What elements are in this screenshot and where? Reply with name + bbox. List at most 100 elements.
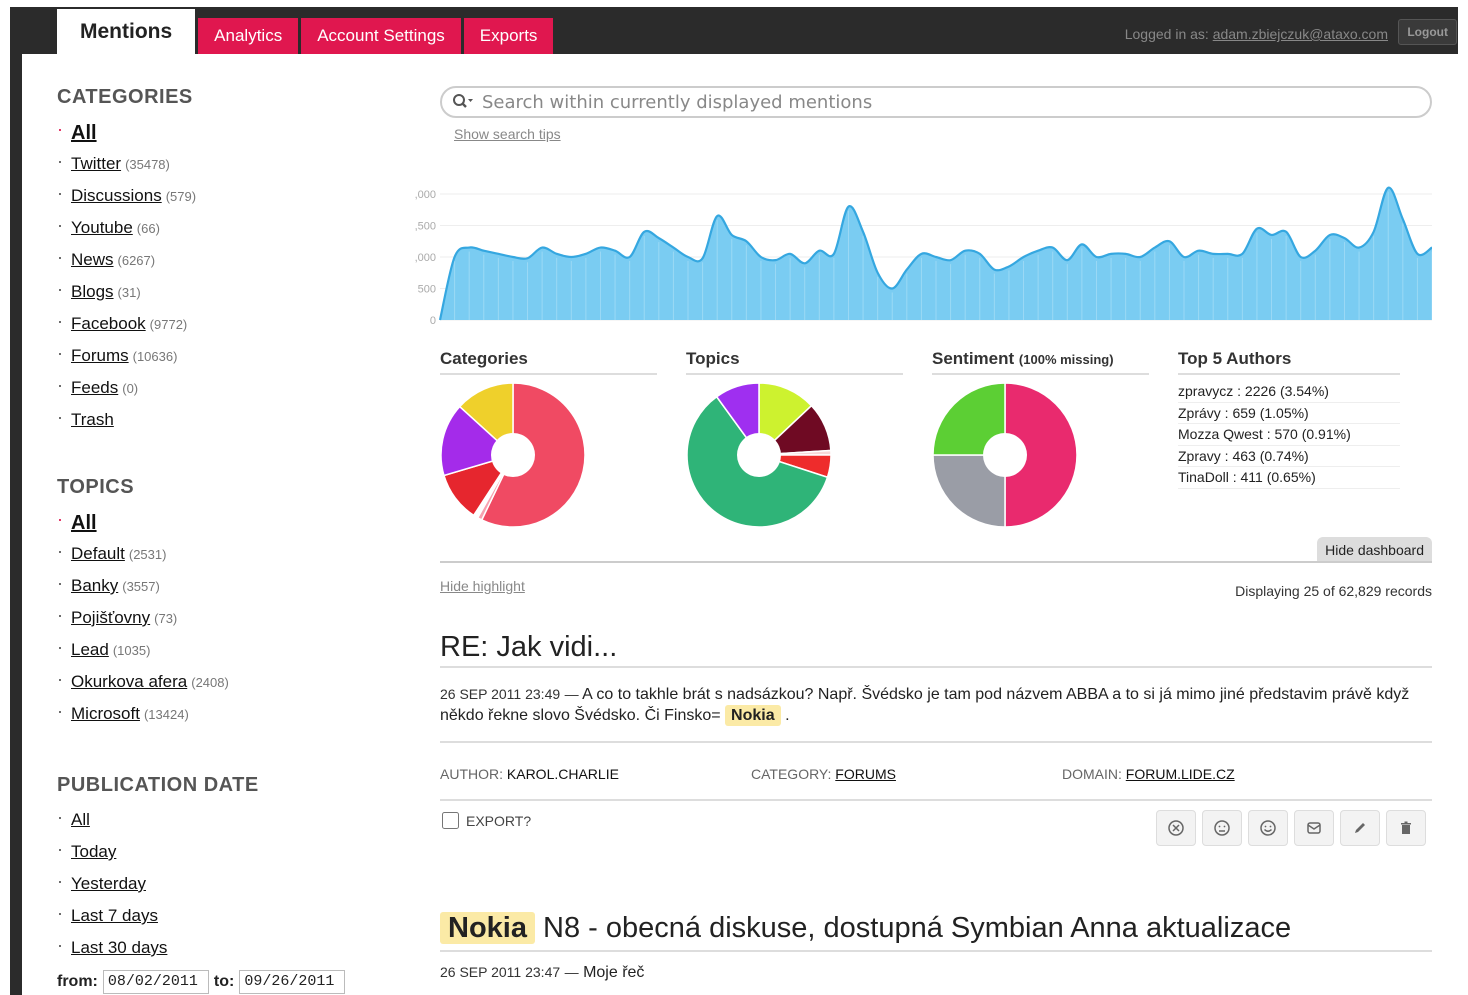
category-count: (31) [117,285,141,300]
topic-link[interactable]: Default [71,544,125,563]
sentiment-title-text: Sentiment [932,349,1015,368]
edit-button[interactable] [1340,810,1380,846]
post-title[interactable]: RE: Jak vidi... [440,631,1432,668]
pubdate-item-last-30-days: Last 30 days [57,935,387,970]
author-item[interactable]: Mozza Qwest : 570 (0.91%) [1178,424,1400,446]
pubdate-link[interactable]: All [71,810,90,829]
category-link[interactable]: All [71,122,97,144]
post-divider [440,799,1432,801]
dashboard-divider [440,561,1432,563]
tab-analytics[interactable]: Analytics [198,18,299,54]
category-link[interactable]: Forums [71,346,129,365]
mail-icon [1307,822,1321,834]
categories-widget-title: Categories [440,349,657,375]
search-input[interactable] [482,91,1430,113]
author-value: KAROL.CHARLIE [506,766,619,782]
dashboard-widgets: Categories Topics Sentiment (100% missin… [440,349,1432,549]
export-label: EXPORT? [466,812,532,829]
category-value-link[interactable]: FORUMS [835,766,896,782]
category-link[interactable]: Feeds [71,378,118,397]
pubdate-link[interactable]: Last 7 days [71,906,158,925]
search-tips-link[interactable]: Show search tips [454,126,561,142]
keyword-highlight: Nokia [440,912,535,944]
pubdate-link[interactable]: Last 30 days [71,938,167,957]
category-link[interactable]: Twitter [71,154,121,173]
user-email-link[interactable]: adam.zbiejczuk@ataxo.com [1213,26,1388,42]
tab-exports[interactable]: Exports [463,18,554,54]
post-dash: — [564,686,579,702]
donut-hole [491,433,535,477]
category-item-news: News(6267) [57,247,387,282]
author-item[interactable]: Zprávy : 659 (1.05%) [1178,403,1400,424]
to-label: to: [213,973,235,990]
positive-icon [1260,820,1276,836]
topic-link[interactable]: Okurkova afera [71,672,187,691]
pubdate-item-today: Today [57,839,387,874]
from-date-input[interactable]: 08/02/2011 [102,970,209,994]
sentiment-widget: Sentiment (100% missing) [932,349,1149,535]
category-link[interactable]: News [71,250,114,269]
post-author: AUTHOR: KAROL.CHARLIE [440,766,619,782]
hide-dashboard-button[interactable]: Hide dashboard [1317,537,1432,563]
topics-list: All Default(2531) Banky (3557) Pojišťovny… [57,509,387,736]
login-info: Logged in as: adam.zbiejczuk@ataxo.com [1125,26,1388,42]
tab-mentions[interactable]: Mentions [57,9,196,54]
topic-link[interactable]: Banky [71,576,118,595]
mentions-chart: 0 500 ,000 ,500 ,000 [408,182,1433,327]
categories-title: CATEGORIES [57,86,193,108]
topic-item-pojistovny: Pojišťovny (73) [57,605,387,640]
category-link[interactable]: Youtube [71,218,133,237]
category-link[interactable]: Discussions [71,186,162,205]
topic-link[interactable]: Lead [71,640,109,659]
sentiment-widget-title: Sentiment (100% missing) [932,349,1149,375]
pubdate-link[interactable]: Yesterday [71,874,146,893]
to-date-input[interactable]: 09/26/2011 [239,970,346,994]
top-authors-widget: Top 5 Authors zpravycz : 2226 (3.54%) Zp… [1178,349,1400,489]
mark-negative-button[interactable] [1156,810,1196,846]
categories-donut-chart [440,382,586,528]
topic-count: (2531) [128,547,167,562]
search-icon[interactable] [452,93,474,111]
sentiment-donut-chart [932,382,1078,528]
hide-highlight-link[interactable]: Hide highlight [440,578,525,594]
post-domain: DOMAIN: FORUM.LIDE.CZ [1062,766,1235,782]
topic-link[interactable]: All [71,512,97,534]
category-count: (579) [165,189,197,204]
category-link[interactable]: Trash [71,410,114,429]
topics-title: TOPICS [57,476,135,498]
domain-value-link[interactable]: FORUM.LIDE.CZ [1126,766,1235,782]
topic-link[interactable]: Microsoft [71,704,140,723]
export-checkbox[interactable] [442,812,459,829]
post-body: 26 SEP 2011 23:49 — A co to takhle brát … [440,684,1432,726]
topic-item-all: All [57,509,387,544]
pubdate-item-all: All [57,807,387,842]
topic-link[interactable]: Pojišťovny [71,608,150,627]
post-actions [1150,810,1426,846]
topic-item-banky: Banky (3557) [57,573,387,608]
mark-neutral-button[interactable] [1202,810,1242,846]
email-button[interactable] [1294,810,1334,846]
export-checkbox-label[interactable]: EXPORT? [442,812,531,829]
category-count: (6267) [117,253,156,268]
category-link[interactable]: Blogs [71,282,114,301]
pubdate-link[interactable]: Today [71,842,116,861]
post-timestamp: 26 SEP 2011 23:49 [440,686,561,702]
tab-account-settings[interactable]: Account Settings [301,18,461,54]
top-authors-title: Top 5 Authors [1178,349,1400,375]
author-item[interactable]: TinaDoll : 411 (0.65%) [1178,467,1400,489]
mark-positive-button[interactable] [1248,810,1288,846]
category-link[interactable]: Facebook [71,314,146,333]
main-tabs: Mentions Analytics Account Settings Expo… [57,9,556,54]
delete-button[interactable] [1386,810,1426,846]
pubdate-item-yesterday: Yesterday [57,871,387,906]
search-box [440,86,1432,118]
logout-button[interactable]: Logout [1398,19,1457,45]
author-item[interactable]: zpravycz : 2226 (3.54%) [1178,381,1400,403]
negative-icon [1168,820,1184,836]
category-item-discussions: Discussions(579) [57,183,387,218]
category-label: CATEGORY: [751,766,832,782]
category-item-all: All [57,119,387,154]
author-item[interactable]: Zpravy : 463 (0.74%) [1178,446,1400,467]
topic-count: (1035) [112,643,151,658]
post-title[interactable]: Nokia N8 - obecná diskuse, dostupná Symb… [440,912,1432,952]
